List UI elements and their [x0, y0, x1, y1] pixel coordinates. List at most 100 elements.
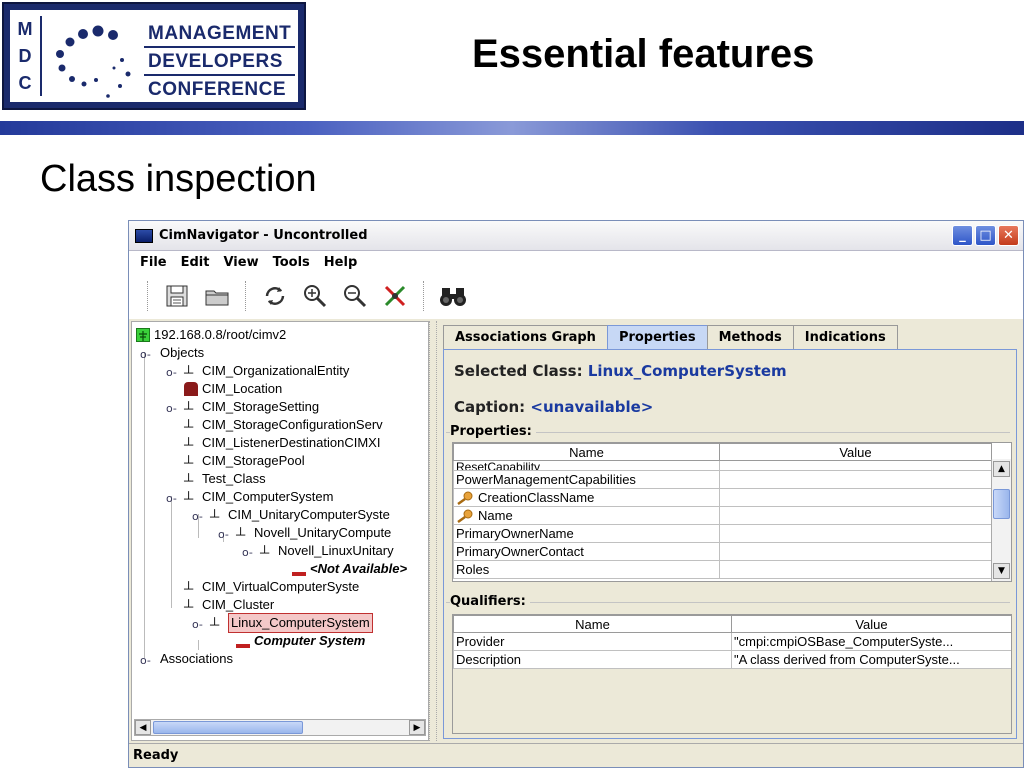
tree-node-label: CIM_StorageSetting	[202, 399, 320, 414]
scroll-left-arrow-icon[interactable]: ◀	[135, 720, 151, 735]
tree-node[interactable]: ┴ CIM_ListenerDestinationCIMXI	[184, 434, 380, 452]
tree-node[interactable]: ┴ CIM_StorageConfigurationServ	[184, 416, 383, 434]
tab-strip: Associations Graph Properties Methods In…	[443, 325, 898, 349]
tree-node-label: Objects	[160, 345, 205, 360]
tree-node[interactable]: ┴ CIM_StoragePool	[184, 452, 305, 470]
tree-node-label: CIM_Location	[202, 381, 283, 396]
tree-node-objects[interactable]: Objects	[160, 344, 204, 362]
pane-splitter[interactable]	[429, 321, 437, 741]
slide: M D C MANAGEMENT DEVELOPERS CONFERENCE E…	[0, 0, 1024, 768]
class-icon: ┴	[210, 617, 220, 632]
tree-node[interactable]: ┴ CIM_ComputerSystem	[184, 488, 333, 506]
tree-node[interactable]: ┴ CIM_OrganizationalEntity	[184, 362, 349, 380]
tree-node-label: CIM_Cluster	[202, 597, 275, 612]
expand-icon[interactable]: o-	[166, 366, 177, 379]
collapse-icon[interactable]: o-	[166, 492, 177, 505]
collapse-icon[interactable]: o-	[218, 528, 229, 541]
caption-value: <unavailable>	[530, 398, 654, 416]
class-icon: ┴	[184, 599, 194, 614]
zoom-out-icon[interactable]	[339, 280, 371, 312]
zoom-in-icon[interactable]	[299, 280, 331, 312]
details-pane: Associations Graph Properties Methods In…	[437, 321, 1021, 741]
refresh-icon[interactable]	[259, 280, 291, 312]
save-icon[interactable]	[161, 280, 193, 312]
menu-tools[interactable]: Tools	[266, 255, 317, 270]
properties-table[interactable]: Name Value ResetCapability PowerManageme…	[452, 442, 1012, 582]
column-header-value[interactable]: Value	[719, 443, 992, 461]
tree-node[interactable]: <Not Available>	[292, 560, 407, 578]
table-row[interactable]: Roles	[453, 560, 992, 579]
tree-node[interactable]: ┴ CIM_StorageSetting	[184, 398, 319, 416]
class-icon: ┴	[184, 581, 194, 596]
tree-root-label: 192.168.0.8/root/cimv2	[154, 327, 287, 342]
key-icon	[456, 491, 474, 506]
selected-class: Selected Class: Linux_ComputerSystem	[454, 362, 787, 380]
open-folder-icon[interactable]	[201, 280, 233, 312]
minimize-button[interactable]: _	[952, 225, 973, 246]
tree-node-label: CIM_OrganizationalEntity	[202, 363, 350, 378]
collapse-icon[interactable]: o-	[242, 546, 253, 559]
tree-root[interactable]: 192.168.0.8/root/cimv2	[136, 326, 286, 344]
tree-node[interactable]: ┴ CIM_VirtualComputerSyste	[184, 578, 359, 596]
scroll-up-arrow-icon[interactable]: ▲	[993, 461, 1010, 477]
key-icon	[456, 509, 474, 524]
column-header-value[interactable]: Value	[731, 615, 1011, 633]
expand-icon[interactable]: o-	[140, 654, 151, 667]
tree-node[interactable]: ┴ CIM_UnitaryComputerSyste	[210, 506, 390, 524]
table-row[interactable]: PrimaryOwnerName	[453, 524, 992, 543]
window-titlebar[interactable]: CimNavigator - Uncontrolled _ □ ✕	[129, 221, 1023, 251]
table-row[interactable]: CreationClassName	[453, 488, 992, 507]
table-row[interactable]: ResetCapability	[453, 460, 992, 471]
class-icon: ┴	[210, 509, 220, 524]
scroll-down-arrow-icon[interactable]: ▼	[993, 563, 1010, 579]
logo-word: CONFERENCE	[148, 79, 287, 100]
find-icon[interactable]	[437, 280, 469, 312]
tab-properties[interactable]: Properties	[606, 325, 708, 349]
tree-node-associations[interactable]: Associations	[160, 650, 233, 668]
tree-node[interactable]: ┴ Novell_UnitaryCompute	[236, 524, 391, 542]
status-bar: Ready	[129, 743, 1023, 767]
class-icon: ┴	[184, 491, 194, 506]
table-row[interactable]: Provider "cmpi:cmpiOSBase_ComputerSyste..…	[453, 632, 1011, 651]
table-row[interactable]: Description "A class derived from Compute…	[453, 650, 1011, 669]
app-icon	[135, 228, 153, 243]
column-header-name[interactable]: Name	[453, 615, 732, 633]
qualifiers-table[interactable]: Name Value Provider "cmpi:cmpiOSBase_Comp…	[452, 614, 1012, 734]
tree-node-selected[interactable]: ┴ Linux_ComputerSystem	[210, 613, 373, 633]
close-button[interactable]: ✕	[998, 225, 1019, 246]
class-icon: ┴	[184, 437, 194, 452]
table-row[interactable]: PrimaryOwnerContact	[453, 542, 992, 561]
instance-icon	[292, 562, 306, 576]
properties-vscrollbar[interactable]: ▲ ▼	[991, 459, 1011, 581]
collapse-icon[interactable]: o-	[192, 618, 203, 631]
tree-node[interactable]: Computer System	[236, 632, 365, 650]
scroll-thumb[interactable]	[993, 489, 1010, 519]
tree-node[interactable]: ┴ Test_Class	[184, 470, 266, 488]
tree-node-label: <Not Available>	[310, 561, 408, 576]
collapse-icon[interactable]: o-	[192, 510, 203, 523]
menu-edit[interactable]: Edit	[174, 255, 217, 270]
tree-hscrollbar[interactable]: ◀ ▶	[134, 719, 426, 736]
tab-methods[interactable]: Methods	[706, 325, 794, 349]
tree-node[interactable]: ┴ CIM_Cluster	[184, 596, 274, 614]
table-row[interactable]: Name	[453, 506, 992, 525]
class-icon: ┴	[184, 401, 194, 416]
tab-indications[interactable]: Indications	[792, 325, 898, 349]
table-row[interactable]: PowerManagementCapabilities	[453, 470, 992, 489]
scroll-right-arrow-icon[interactable]: ▶	[409, 720, 425, 735]
menu-file[interactable]: File	[133, 255, 174, 270]
scroll-thumb[interactable]	[153, 721, 303, 734]
disconnect-icon[interactable]	[379, 280, 411, 312]
tab-associations-graph[interactable]: Associations Graph	[443, 325, 608, 349]
column-header-name[interactable]: Name	[453, 443, 720, 461]
caption: Caption: <unavailable>	[454, 398, 654, 416]
expand-icon[interactable]: o-	[166, 402, 177, 415]
menu-view[interactable]: View	[216, 255, 265, 270]
collapse-icon[interactable]: o-	[140, 348, 151, 361]
class-tree[interactable]: 192.168.0.8/root/cimv2 o- Objects o- ┴ CI…	[131, 321, 429, 741]
properties-panel: Selected Class: Linux_ComputerSystem Cap…	[443, 349, 1017, 739]
tree-node[interactable]: ┴ Novell_LinuxUnitary	[260, 542, 394, 560]
tree-node[interactable]: CIM_Location	[184, 380, 282, 398]
menu-help[interactable]: Help	[317, 255, 364, 270]
maximize-button[interactable]: □	[975, 225, 996, 246]
